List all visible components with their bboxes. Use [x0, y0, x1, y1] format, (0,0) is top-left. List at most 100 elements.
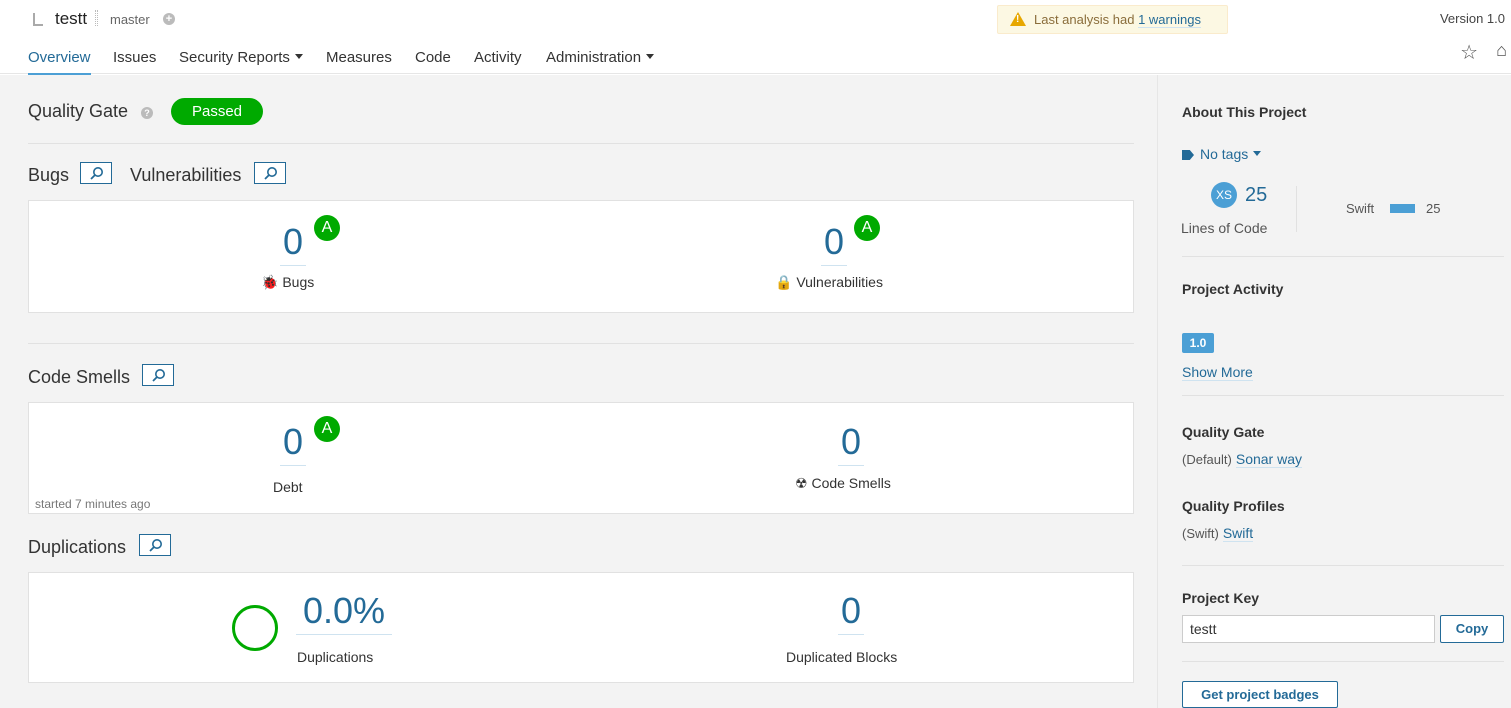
quality-profiles-title: Quality Profiles	[1182, 498, 1285, 514]
tags-label: No tags	[1200, 146, 1249, 162]
tab-security-reports-label: Security Reports	[179, 49, 290, 66]
chevron-down-icon	[294, 54, 303, 59]
search-icon	[264, 167, 277, 180]
warning-text: Last analysis had	[1034, 12, 1135, 27]
code-smells-value[interactable]: 0	[838, 421, 864, 466]
duplications-donut-icon	[232, 605, 278, 651]
debt-rating-badge[interactable]: A	[314, 416, 340, 442]
lines-of-code-value[interactable]: 25	[1245, 184, 1267, 207]
quality-gate-prefix: (Default)	[1182, 452, 1232, 467]
bugs-search-button[interactable]	[80, 162, 112, 184]
language-bar	[1390, 204, 1415, 213]
tag-icon	[1182, 150, 1194, 160]
help-icon[interactable]: ?	[141, 107, 153, 119]
bugs-label: 🐞 Bugs	[261, 274, 314, 291]
lines-of-code-label: Lines of Code	[1181, 220, 1268, 236]
project-sidebar: About This Project No tags XS 25 Lines o…	[1157, 75, 1511, 708]
project-key-title: Project Key	[1182, 590, 1260, 606]
code-smells-section-title: Code Smells	[28, 367, 131, 387]
vulnerabilities-section-title: Vulnerabilities	[130, 165, 242, 185]
size-badge: XS	[1211, 182, 1237, 208]
divider	[28, 343, 1134, 344]
search-icon	[152, 369, 165, 382]
code-smells-search-button[interactable]	[142, 364, 174, 386]
duplicated-blocks-value[interactable]: 0	[838, 590, 864, 635]
bugs-section-title: Bugs	[28, 165, 70, 185]
project-key-input[interactable]	[1182, 615, 1435, 643]
project-name-link[interactable]: testt	[55, 9, 87, 29]
tab-code[interactable]: Code	[415, 49, 451, 66]
star-icon[interactable]: ☆	[1460, 40, 1478, 65]
vulnerabilities-value[interactable]: 0	[821, 221, 847, 266]
quality-profile-link[interactable]: Swift	[1222, 525, 1254, 542]
duplications-card: 0.0% Duplications 0 Duplicated Blocks	[28, 572, 1134, 683]
project-icon	[33, 13, 43, 26]
language-name: Swift	[1346, 201, 1375, 216]
divider	[28, 143, 1134, 144]
divider	[1182, 661, 1504, 662]
analysis-warning: Last analysis had 1 warnings	[997, 5, 1228, 34]
vulnerabilities-rating-badge[interactable]: A	[854, 215, 880, 241]
tab-administration[interactable]: Administration	[546, 49, 655, 66]
lock-icon: 🔒	[775, 274, 793, 290]
quality-profile-info: (Swift) Swift	[1182, 525, 1254, 542]
bugs-value[interactable]: 0	[280, 221, 306, 266]
vulnerabilities-label: 🔒 Vulnerabilities	[775, 274, 883, 291]
quality-gate-title: Quality Gate	[28, 101, 129, 121]
show-more-link[interactable]: Show More	[1182, 364, 1253, 381]
tab-activity[interactable]: Activity	[474, 49, 522, 66]
vulnerabilities-label-text: Vulnerabilities	[796, 274, 883, 290]
divider	[1182, 256, 1504, 257]
vulnerabilities-search-button[interactable]	[254, 162, 286, 184]
branch-add-icon[interactable]: +	[163, 13, 175, 25]
branch-name[interactable]: master	[110, 12, 150, 27]
started-time: started 7 minutes ago	[35, 497, 151, 511]
debt-value[interactable]: 0	[280, 421, 306, 466]
search-icon	[90, 167, 103, 180]
quality-gate-status-badge: Passed	[171, 98, 263, 125]
get-project-badges-button[interactable]: Get project badges	[1182, 681, 1338, 708]
debt-label: Debt	[273, 479, 303, 495]
radiation-icon: ☢	[795, 475, 808, 491]
chevron-down-icon	[646, 54, 655, 59]
code-smells-label: ☢ Code Smells	[795, 475, 891, 492]
bugs-vulnerabilities-card: 0 A 🐞 Bugs 0 A 🔒 Vulnerabilities	[28, 200, 1134, 313]
version-badge: 1.0	[1182, 333, 1214, 353]
quality-gate-info: (Default) Sonar way	[1182, 451, 1303, 468]
tab-security-reports[interactable]: Security Reports	[179, 49, 303, 66]
duplicated-blocks-label: Duplicated Blocks	[786, 649, 898, 665]
divider	[1182, 395, 1504, 396]
project-nav: Overview Issues Security Reports Measure…	[0, 40, 1511, 76]
code-smells-label-text: Code Smells	[811, 475, 891, 491]
version-label: Version 1.0	[1439, 11, 1505, 26]
about-title: About This Project	[1182, 104, 1307, 120]
duplications-label: Duplications	[297, 649, 374, 665]
tab-overview[interactable]: Overview	[28, 49, 91, 76]
quality-gate-side-title: Quality Gate	[1182, 424, 1265, 440]
quality-gate-link[interactable]: Sonar way	[1235, 451, 1303, 468]
search-icon	[149, 539, 162, 552]
quality-profile-prefix: (Swift)	[1182, 526, 1219, 541]
copy-button[interactable]: Copy	[1440, 615, 1504, 643]
bug-icon: 🐞	[261, 274, 279, 290]
chevron-down-icon	[1253, 151, 1262, 156]
duplications-search-button[interactable]	[139, 534, 171, 556]
tags-dropdown[interactable]: No tags	[1182, 146, 1262, 162]
top-bar: testt master + Last analysis had 1 warni…	[0, 0, 1511, 40]
drag-handle-icon	[95, 10, 98, 26]
tab-measures[interactable]: Measures	[326, 49, 392, 66]
divider	[1296, 186, 1297, 232]
bugs-rating-badge[interactable]: A	[314, 215, 340, 241]
code-smells-card: 0 A Debt 0 ☢ Code Smells started 7 minut…	[28, 402, 1134, 514]
home-icon[interactable]: ⌂	[1496, 40, 1507, 61]
divider	[1182, 565, 1504, 566]
duplications-value[interactable]: 0.0%	[296, 590, 392, 635]
tab-administration-label: Administration	[546, 49, 642, 66]
warnings-link[interactable]: 1 warnings	[1138, 12, 1201, 28]
language-loc: 25	[1426, 201, 1441, 216]
warning-icon	[1010, 12, 1026, 26]
duplications-section-title: Duplications	[28, 537, 127, 557]
project-activity-title: Project Activity	[1182, 281, 1284, 297]
bugs-label-text: Bugs	[282, 274, 315, 290]
tab-issues[interactable]: Issues	[113, 49, 156, 66]
